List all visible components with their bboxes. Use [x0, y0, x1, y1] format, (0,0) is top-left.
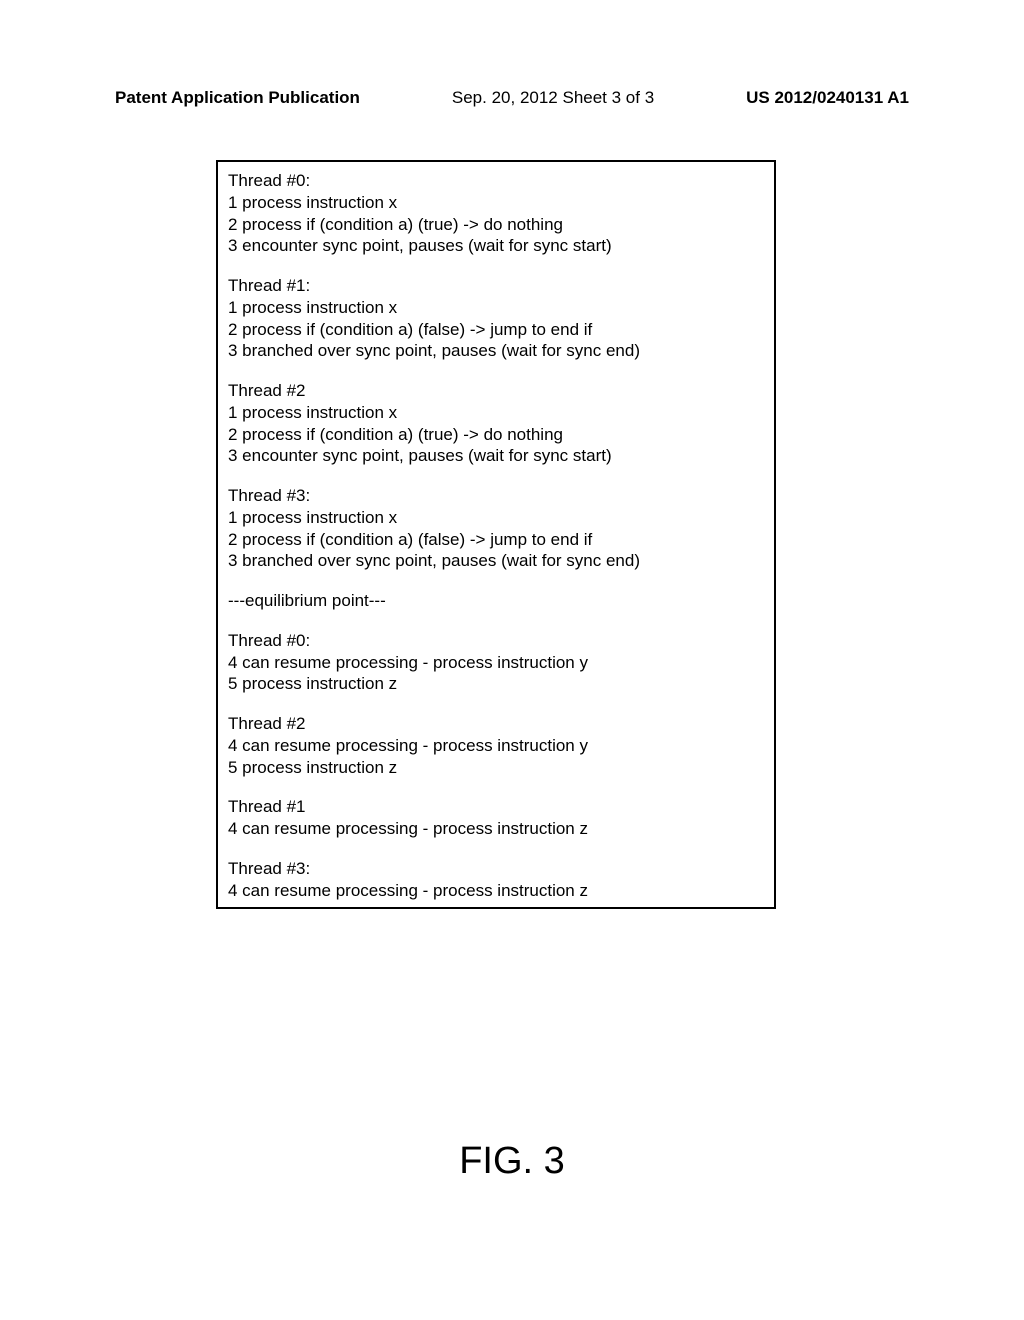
page-header: Patent Application Publication Sep. 20, …: [0, 88, 1024, 108]
code-line: 4 can resume processing - process instru…: [228, 652, 764, 674]
thread-block-2: Thread #2 1 process instruction x 2 proc…: [228, 380, 764, 467]
code-line: Thread #0:: [228, 630, 764, 652]
thread-block-0-post: Thread #0: 4 can resume processing - pro…: [228, 630, 764, 695]
code-line: 4 can resume processing - process instru…: [228, 818, 764, 840]
figure-box: Thread #0: 1 process instruction x 2 pro…: [216, 160, 776, 909]
code-line: Thread #2: [228, 380, 764, 402]
code-line: 2 process if (condition a) (false) -> ju…: [228, 529, 764, 551]
header-left-text: Patent Application Publication: [115, 88, 360, 108]
thread-block-3: Thread #3: 1 process instruction x 2 pro…: [228, 485, 764, 572]
code-line: Thread #1:: [228, 275, 764, 297]
code-line: 2 process if (condition a) (true) -> do …: [228, 424, 764, 446]
code-line: 3 encounter sync point, pauses (wait for…: [228, 445, 764, 467]
code-line: Thread #1: [228, 796, 764, 818]
code-line: 5 process instruction z: [228, 673, 764, 695]
code-line: 3 branched over sync point, pauses (wait…: [228, 550, 764, 572]
code-line: Thread #0:: [228, 170, 764, 192]
code-line: 3 encounter sync point, pauses (wait for…: [228, 235, 764, 257]
code-line: ---equilibrium point---: [228, 590, 764, 612]
equilibrium-marker: ---equilibrium point---: [228, 590, 764, 612]
code-line: 1 process instruction x: [228, 192, 764, 214]
code-line: Thread #3:: [228, 485, 764, 507]
code-line: 4 can resume processing - process instru…: [228, 735, 764, 757]
thread-block-1: Thread #1: 1 process instruction x 2 pro…: [228, 275, 764, 362]
thread-block-3-post: Thread #3: 4 can resume processing - pro…: [228, 858, 764, 902]
code-line: Thread #3:: [228, 858, 764, 880]
code-line: 2 process if (condition a) (false) -> ju…: [228, 319, 764, 341]
code-line: 4 can resume processing - process instru…: [228, 880, 764, 902]
code-line: 1 process instruction x: [228, 402, 764, 424]
code-line: 1 process instruction x: [228, 297, 764, 319]
thread-block-2-post: Thread #2 4 can resume processing - proc…: [228, 713, 764, 778]
code-line: Thread #2: [228, 713, 764, 735]
code-line: 3 branched over sync point, pauses (wait…: [228, 340, 764, 362]
header-right-text: US 2012/0240131 A1: [746, 88, 909, 108]
code-line: 5 process instruction z: [228, 757, 764, 779]
thread-block-1-post: Thread #1 4 can resume processing - proc…: [228, 796, 764, 840]
code-line: 2 process if (condition a) (true) -> do …: [228, 214, 764, 236]
figure-label: FIG. 3: [0, 1140, 1024, 1183]
code-line: 1 process instruction x: [228, 507, 764, 529]
header-center-text: Sep. 20, 2012 Sheet 3 of 3: [452, 88, 654, 108]
thread-block-0: Thread #0: 1 process instruction x 2 pro…: [228, 170, 764, 257]
